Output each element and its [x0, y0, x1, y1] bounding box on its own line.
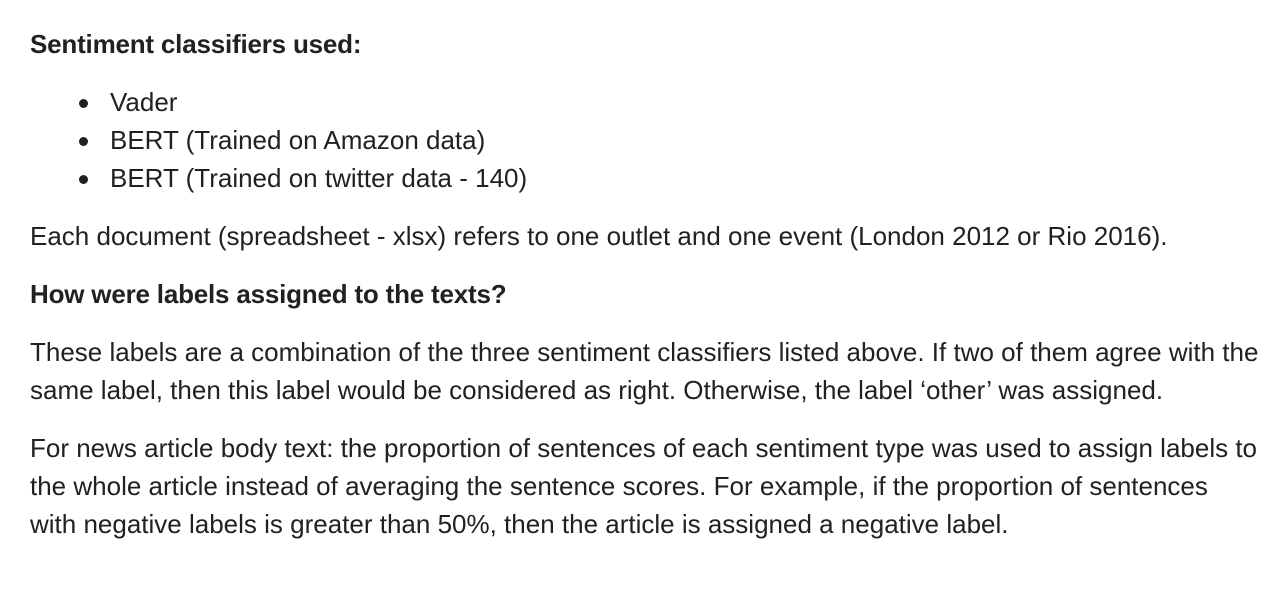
- list-item: BERT (Trained on Amazon data): [79, 121, 1260, 159]
- bullet-icon: [79, 99, 88, 108]
- classifier-list: Vader BERT (Trained on Amazon data) BERT…: [30, 83, 1260, 197]
- clipped-previous-line: [30, 0, 1260, 25]
- list-item: BERT (Trained on twitter data - 140): [79, 159, 1260, 197]
- bullet-icon: [79, 137, 88, 146]
- list-item-label: BERT (Trained on twitter data - 140): [110, 163, 528, 193]
- labels-paragraph: These labels are a combination of the th…: [30, 337, 1259, 405]
- list-item: Vader: [79, 83, 1260, 121]
- list-item-label: Vader: [110, 87, 178, 117]
- classifiers-heading: Sentiment classifiers used:: [30, 29, 362, 59]
- list-item-label: BERT (Trained on Amazon data): [110, 125, 486, 155]
- body-text-paragraph: For news article body text: the proporti…: [30, 433, 1258, 539]
- document-content: Sentiment classifiers used: Vader BERT (…: [30, 0, 1260, 563]
- labels-heading: How were labels assigned to the texts?: [30, 279, 507, 309]
- document-note: Each document (spreadsheet - xlsx) refer…: [30, 221, 1168, 251]
- bullet-icon: [79, 175, 88, 184]
